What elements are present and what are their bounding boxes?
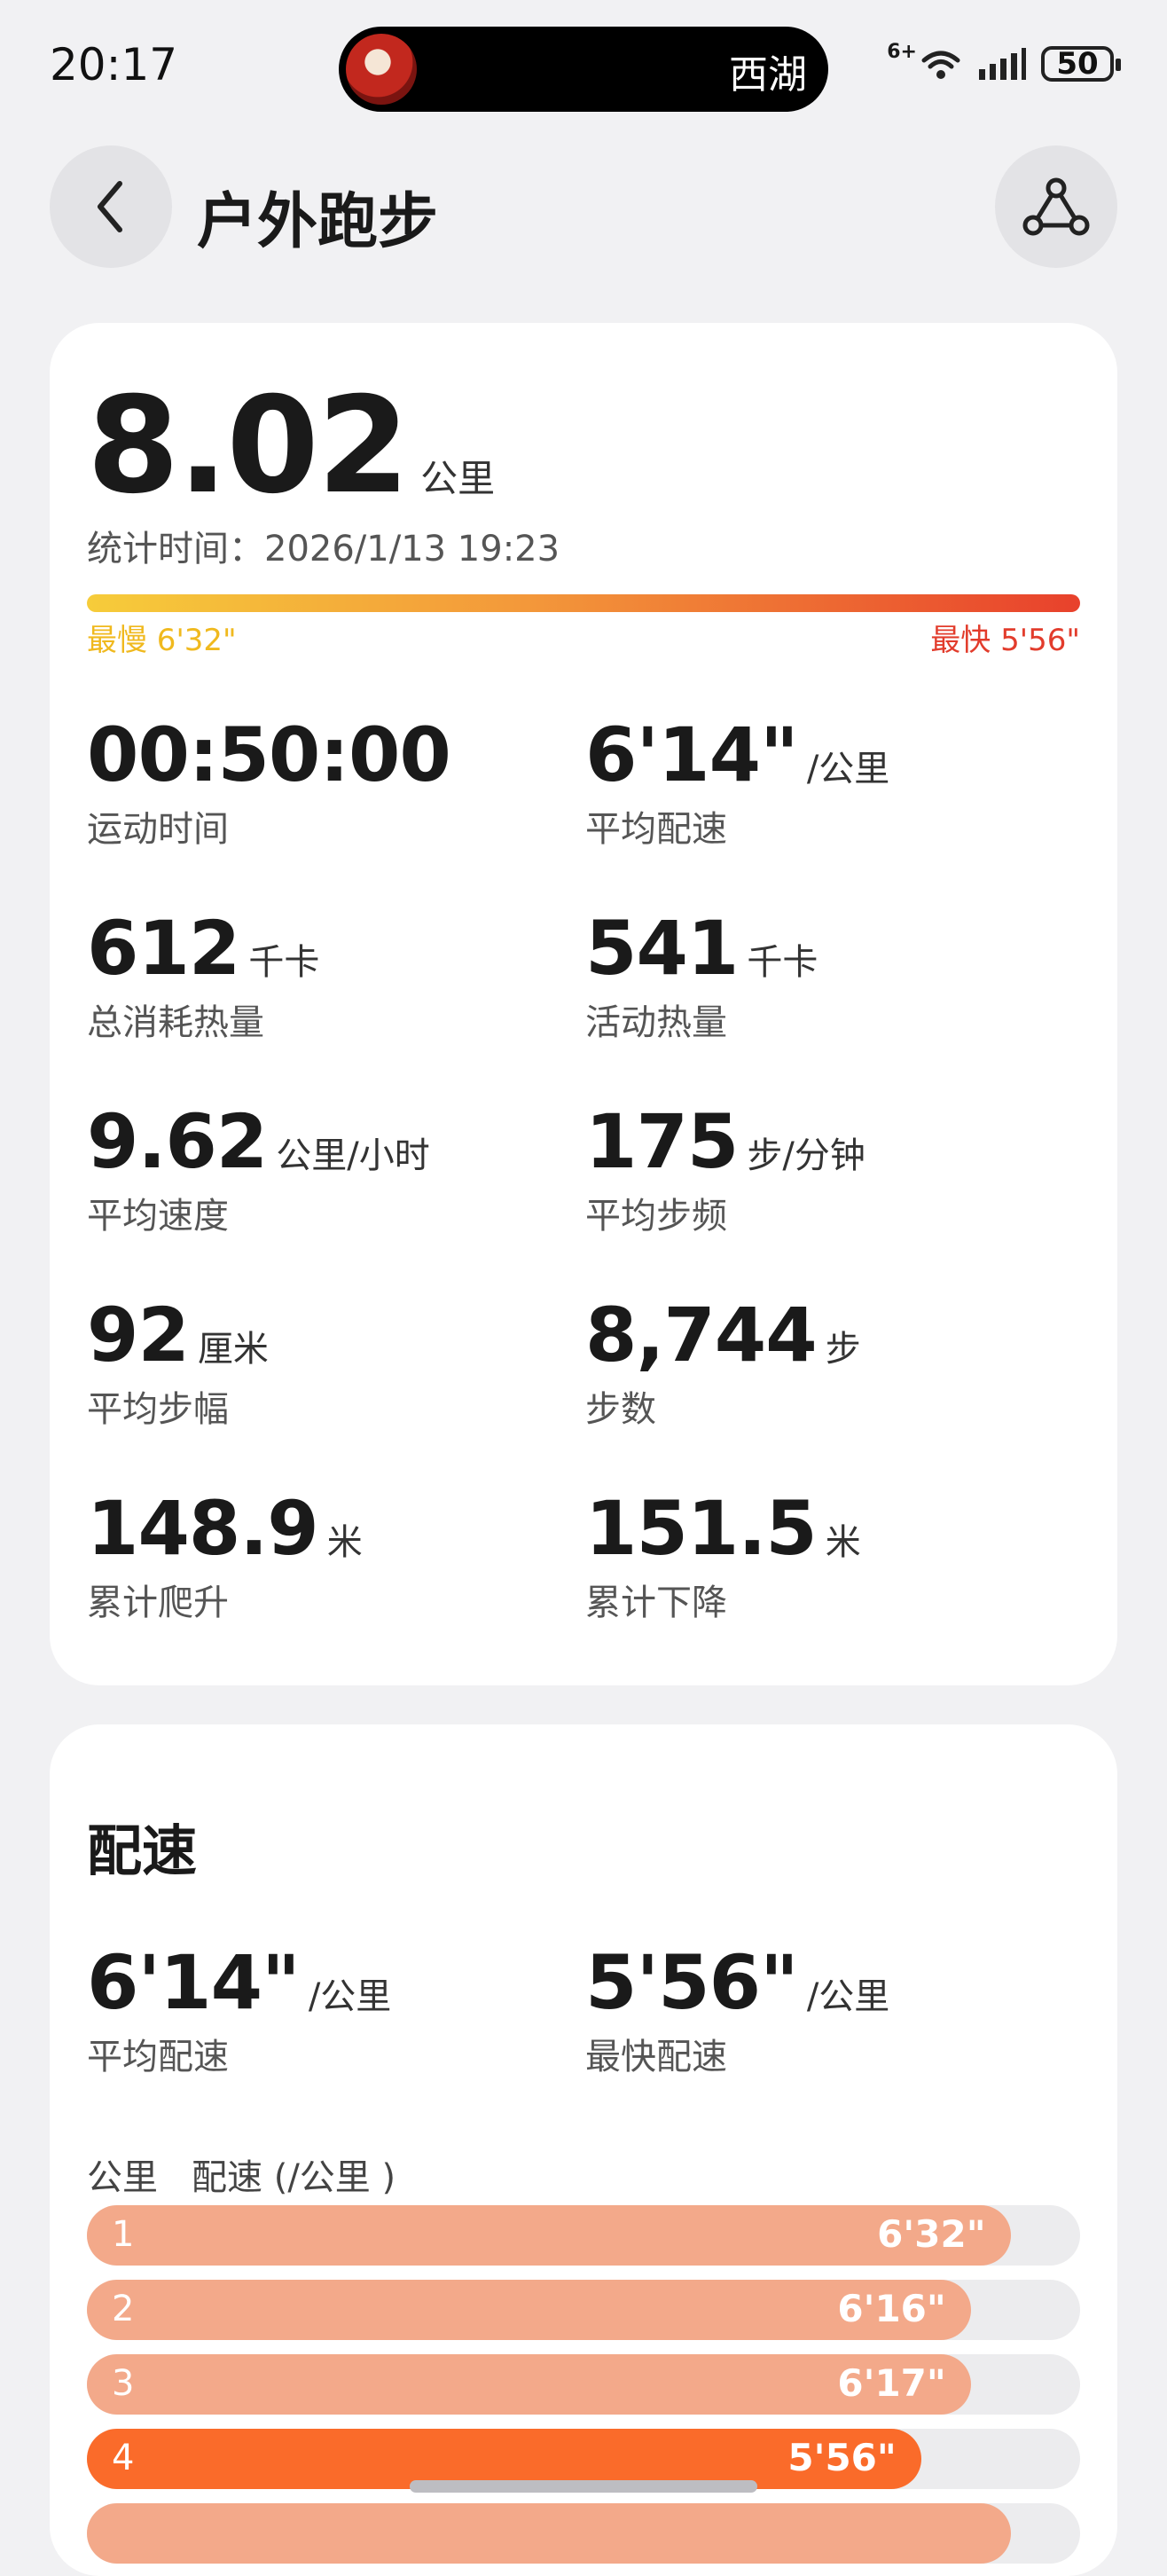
chevron-left-icon: [98, 181, 122, 232]
metric-unit: 步/分钟: [747, 1135, 865, 1176]
route-button[interactable]: [995, 145, 1117, 268]
metric-value: 00:50:00: [87, 711, 451, 798]
split-bar: [87, 2503, 1011, 2564]
page-title: 户外跑步: [197, 187, 439, 257]
split-km: 4: [112, 2438, 135, 2478]
metric-value: 6'14": [585, 711, 799, 798]
home-indicator[interactable]: [410, 2480, 757, 2493]
metric-unit: 千卡: [747, 942, 818, 983]
split-bar: 6'32": [87, 2205, 1011, 2266]
metric-value: 151.5: [585, 1485, 818, 1572]
metric-unit: /公里: [806, 1976, 890, 2017]
split-row[interactable]: 6'32" 1: [87, 2205, 1080, 2266]
metric-duration: 00:50:00 运动时间: [87, 711, 459, 852]
metric-total-calories: 612 千卡 总消耗热量: [87, 905, 319, 1045]
split-bar: 6'17": [87, 2354, 971, 2415]
metric-label: 活动热量: [585, 1002, 727, 1043]
metric-avg-stride: 92 厘米 平均步幅: [87, 1292, 269, 1432]
metric-label: 步数: [585, 1389, 656, 1430]
metric-steps: 8,744 步 步数: [585, 1292, 861, 1432]
dynamic-island[interactable]: 西湖: [339, 27, 828, 112]
metric-label: 平均步幅: [87, 1389, 229, 1430]
battery-icon: 50: [1041, 46, 1121, 82]
slowest-pace-label: 最慢 6'32": [87, 623, 237, 658]
split-pace: 5'56": [787, 2436, 897, 2479]
distance-unit: 公里: [420, 457, 496, 500]
metric-unit: /公里: [308, 1976, 392, 2017]
metric-label: 平均步频: [585, 1196, 727, 1237]
back-button[interactable]: [50, 145, 172, 268]
island-text: 西湖: [729, 52, 807, 98]
fastest-pace-label: 最快 5'56": [930, 623, 1080, 658]
signal-icon: [979, 48, 1026, 80]
metric-unit: 公里/小时: [276, 1135, 430, 1176]
metric-active-calories: 541 千卡 活动热量: [585, 905, 818, 1045]
metric-descent: 151.5 米 累计下降: [585, 1485, 861, 1625]
metric-label: 总消耗热量: [87, 1002, 264, 1043]
pace-fastest: 5'56"/公里 最快配速: [585, 1939, 889, 2079]
metric-avg-speed: 9.62 公里/小时 平均速度: [87, 1098, 430, 1238]
metric-label: 平均配速: [585, 809, 727, 850]
split-km: 2: [112, 2289, 135, 2329]
metric-value: 175: [585, 1098, 739, 1185]
metric-unit: 米: [825, 1522, 861, 1563]
metric-unit: 千卡: [248, 942, 320, 983]
split-pace: 6'32": [877, 2212, 986, 2256]
split-row-partial[interactable]: [87, 2503, 1080, 2564]
status-icons: 6+ 50: [887, 41, 1121, 82]
split-km: 1: [112, 2214, 135, 2255]
split-row[interactable]: 6'17" 3: [87, 2354, 1080, 2415]
media-thumbnail: [346, 34, 417, 105]
pace-card[interactable]: 配速 6'14"/公里 平均配速 5'56"/公里 最快配速 公里 配速 (/公里…: [50, 1724, 1117, 2576]
split-pace: 6'16": [837, 2287, 946, 2330]
metric-value: 8,744: [585, 1292, 818, 1378]
split-bar: 6'16": [87, 2280, 971, 2340]
splits-header: 公里 配速 (/公里 ): [87, 2148, 396, 2200]
metric-avg-pace: 6'14"/公里 平均配速: [585, 711, 889, 852]
split-row[interactable]: 6'16" 2: [87, 2280, 1080, 2340]
metric-value: 148.9: [87, 1485, 319, 1572]
metric-label: 运动时间: [87, 809, 229, 850]
metric-unit: 步: [825, 1329, 861, 1370]
network-label: 6+: [887, 40, 917, 63]
metric-label: 最快配速: [585, 2037, 727, 2077]
metric-value: 5'56": [585, 1939, 799, 2026]
section-title: 配速: [87, 1818, 198, 1883]
total-distance: 8.02 公里: [87, 369, 495, 523]
pace-gradient-bar: [87, 594, 1080, 612]
metric-ascent: 148.9 米 累计爬升: [87, 1485, 363, 1625]
split-km: 3: [112, 2363, 135, 2404]
distance-value: 8.02: [87, 369, 410, 523]
route-icon: [1022, 177, 1090, 236]
splits-col-pace: 配速 (/公里 ): [192, 2157, 396, 2198]
metric-value: 612: [87, 905, 240, 992]
pace-average: 6'14"/公里 平均配速: [87, 1939, 391, 2079]
stat-time: 统计时间：2026/1/13 19:23: [87, 529, 560, 569]
metric-avg-cadence: 175 步/分钟 平均步频: [585, 1098, 865, 1238]
summary-card: 8.02 公里 统计时间：2026/1/13 19:23 最慢 6'32" 最快 …: [50, 323, 1117, 1685]
metric-value: 6'14": [87, 1939, 301, 2026]
split-pace: 6'17": [837, 2361, 946, 2405]
metric-value: 92: [87, 1292, 190, 1378]
metric-value: 541: [585, 905, 739, 992]
metric-label: 累计爬升: [87, 1583, 229, 1623]
status-time: 20:17: [50, 39, 178, 90]
wifi-icon: [921, 51, 960, 79]
metric-unit: /公里: [806, 749, 890, 789]
splits-col-km: 公里: [87, 2157, 158, 2198]
metric-label: 平均速度: [87, 1196, 229, 1237]
metric-unit: 米: [326, 1522, 363, 1563]
metric-label: 平均配速: [87, 2037, 229, 2077]
metric-unit: 厘米: [197, 1329, 269, 1370]
metric-value: 9.62: [87, 1098, 268, 1185]
metric-label: 累计下降: [585, 1583, 727, 1623]
